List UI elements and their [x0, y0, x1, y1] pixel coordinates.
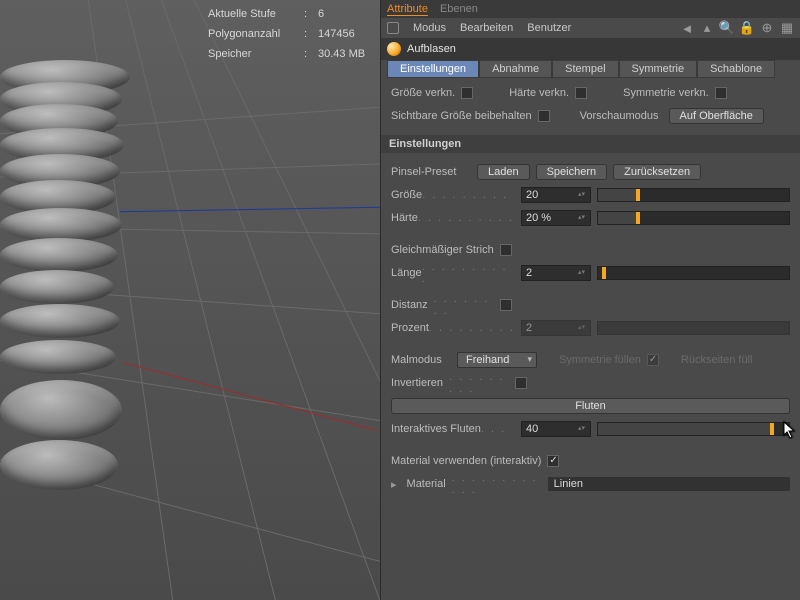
- tool-icon: [387, 42, 401, 56]
- input-haerte[interactable]: 20 %▴▾: [521, 210, 591, 226]
- label-malmodus: Malmodus: [391, 354, 451, 366]
- button-zuruecksetzen[interactable]: Zurücksetzen: [613, 164, 701, 180]
- label-symmetrie-verkn: Symmetrie verkn.: [623, 87, 709, 99]
- label-material: Material: [407, 478, 446, 490]
- checkbox-invertieren[interactable]: [515, 377, 527, 389]
- label-groesse-verkn: Größe verkn.: [391, 87, 455, 99]
- label-interaktives-fluten: Interaktives Fluten: [391, 423, 481, 435]
- tool-title: Aufblasen: [407, 43, 456, 55]
- input-interaktives-fluten[interactable]: 40▴▾: [521, 421, 591, 437]
- menu-benutzer[interactable]: Benutzer: [527, 22, 571, 34]
- slider-groesse[interactable]: [597, 188, 790, 202]
- label-gleichmaessig: Gleichmäßiger Strich: [391, 244, 494, 256]
- stat-mem-value: 30.43 MB: [318, 47, 365, 62]
- dropdown-malmodus[interactable]: Freihand: [457, 352, 537, 368]
- stat-stufe-value: 6: [318, 7, 324, 22]
- label-vorschau: Vorschaumodus: [580, 110, 659, 122]
- tab-ebenen[interactable]: Ebenen: [440, 3, 478, 15]
- nav-up-icon[interactable]: ▴: [700, 21, 714, 35]
- subtab-stempel[interactable]: Stempel: [552, 60, 618, 78]
- label-symmetrie-fuellen: Symmetrie füllen: [559, 354, 641, 366]
- viewport-3d[interactable]: Aktuelle Stufe:6 Polygonanzahl:147456 Sp…: [0, 0, 380, 600]
- panel-icon[interactable]: [387, 22, 399, 34]
- expand-arrow-icon[interactable]: ▸: [391, 478, 397, 491]
- new-icon[interactable]: ▦: [780, 21, 794, 35]
- menu-bearbeiten[interactable]: Bearbeiten: [460, 22, 513, 34]
- target-icon[interactable]: ⊕: [760, 21, 774, 35]
- input-groesse[interactable]: 20▴▾: [521, 187, 591, 203]
- checkbox-groesse-verkn[interactable]: [461, 87, 473, 99]
- tool-title-row: Aufblasen: [381, 38, 800, 60]
- button-speichern[interactable]: Speichern: [536, 164, 608, 180]
- checkbox-symmetrie-verkn[interactable]: [715, 87, 727, 99]
- label-prozent: Prozent: [391, 322, 429, 334]
- slider-laenge[interactable]: [597, 266, 790, 280]
- subtab-schablone[interactable]: Schablone: [697, 60, 775, 78]
- tab-attribute[interactable]: Attribute: [387, 3, 428, 16]
- viewport-stats: Aktuelle Stufe:6 Polygonanzahl:147456 Sp…: [208, 4, 365, 64]
- label-distanz: Distanz: [391, 299, 428, 311]
- button-laden[interactable]: Laden: [477, 164, 530, 180]
- subtabs: Einstellungen Abnahme Stempel Symmetrie …: [381, 60, 800, 78]
- sculpt-object[interactable]: [0, 60, 120, 490]
- panel-tabs: Attribute Ebenen: [381, 0, 800, 18]
- stat-mem-label: Speicher: [208, 47, 298, 62]
- search-icon[interactable]: 🔍: [720, 21, 734, 35]
- label-laenge: Länge: [391, 267, 422, 279]
- stat-stufe-label: Aktuelle Stufe: [208, 7, 298, 22]
- input-prozent: 2▴▾: [521, 320, 591, 336]
- subtab-symmetrie[interactable]: Symmetrie: [619, 60, 698, 78]
- checkbox-distanz[interactable]: [500, 299, 512, 311]
- label-rueckseiten: Rückseiten füll: [681, 354, 753, 366]
- dropdown-vorschau[interactable]: Auf Oberfläche: [669, 108, 764, 124]
- checkbox-sichtbar[interactable]: [538, 110, 550, 122]
- subtab-abnahme[interactable]: Abnahme: [479, 60, 552, 78]
- lock-icon[interactable]: 🔒: [740, 21, 754, 35]
- stat-poly-label: Polygonanzahl: [208, 27, 298, 42]
- section-header-einstellungen: Einstellungen: [381, 135, 800, 153]
- label-pinsel-preset: Pinsel-Preset: [391, 166, 471, 178]
- subtab-einstellungen[interactable]: Einstellungen: [387, 60, 479, 78]
- attributes-panel: Attribute Ebenen Modus Bearbeiten Benutz…: [380, 0, 800, 600]
- button-fluten[interactable]: Fluten: [391, 398, 790, 414]
- slider-haerte[interactable]: [597, 211, 790, 225]
- nav-back-icon[interactable]: ◄: [680, 21, 694, 35]
- checkbox-gleichmaessig[interactable]: [500, 244, 512, 256]
- panel-menubar: Modus Bearbeiten Benutzer ◄ ▴ 🔍 🔒 ⊕ ▦: [381, 18, 800, 38]
- input-laenge[interactable]: 2▴▾: [521, 265, 591, 281]
- label-haerte-verkn: Härte verkn.: [509, 87, 569, 99]
- checkbox-symmetrie-fuellen: [647, 354, 659, 366]
- checkbox-haerte-verkn[interactable]: [575, 87, 587, 99]
- slider-prozent: [597, 321, 790, 335]
- label-sichtbar: Sichtbare Größe beibehalten: [391, 110, 532, 122]
- label-groesse: Größe: [391, 189, 422, 201]
- field-material[interactable]: Linien: [548, 477, 790, 491]
- stat-poly-value: 147456: [318, 27, 355, 42]
- label-material-verwenden: Material verwenden (interaktiv): [391, 455, 541, 467]
- label-invertieren: Invertieren: [391, 377, 443, 389]
- menu-modus[interactable]: Modus: [413, 22, 446, 34]
- slider-interaktives-fluten[interactable]: [597, 422, 790, 436]
- checkbox-material-verwenden[interactable]: [547, 455, 559, 467]
- label-haerte: Härte: [391, 212, 418, 224]
